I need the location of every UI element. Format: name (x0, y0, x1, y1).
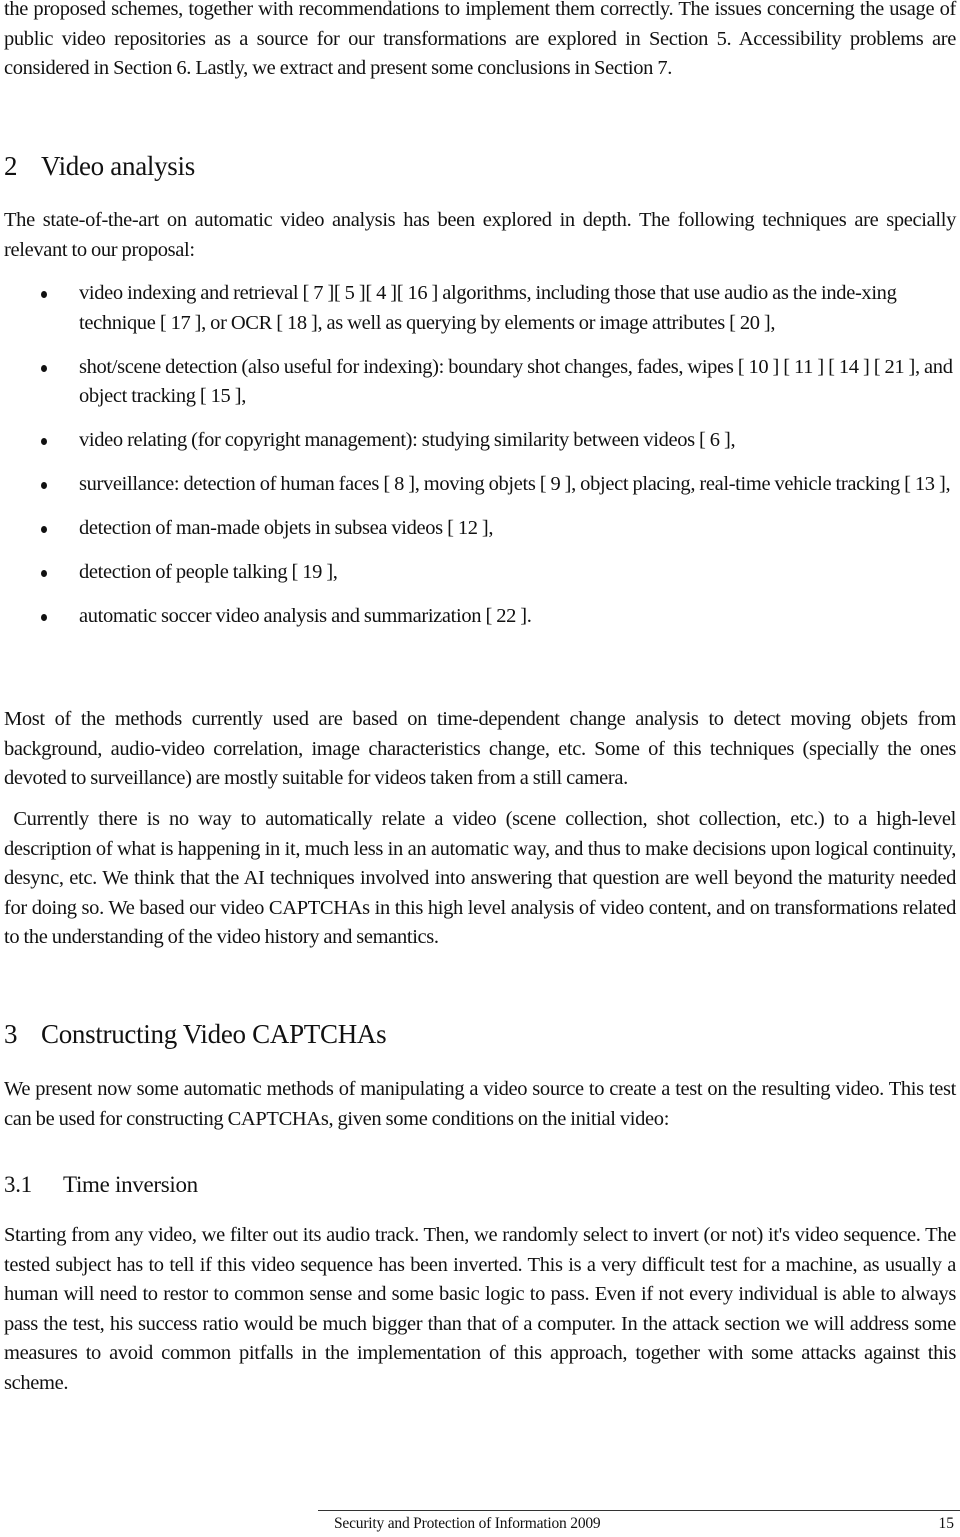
section-2-title: Video analysis (41, 151, 195, 181)
bullet-icon (41, 614, 47, 621)
subsection-3-1-heading: 3.1 Time inversion (4, 1172, 198, 1198)
list-item: shot/scene detection (also useful for in… (4, 353, 960, 412)
section-3-title: Constructing Video CAPTCHAs (41, 1019, 387, 1049)
list-item: video indexing and retrieval [ 7 ][ 5 ][… (4, 279, 960, 338)
section-3-intro: We present now some automatic methods of… (4, 1078, 956, 1130)
bullet-icon (41, 291, 47, 298)
bullet-icon (41, 438, 47, 445)
footer-title: Security and Protection of Information 2… (334, 1515, 601, 1532)
subsection-3-1-title: Time inversion (63, 1172, 198, 1197)
list-item: detection of people talking [ 19 ], (4, 558, 960, 588)
subsection-3-1-paragraph: Starting from any video, we filter out i… (4, 1224, 956, 1394)
section-3-number: 3 (4, 1019, 18, 1049)
page-number: 15 (938, 1515, 955, 1532)
list-item-text: detection of man-made objets in subsea v… (79, 517, 494, 539)
section-2-number: 2 (4, 151, 18, 181)
list-item-text: automatic soccer video analysis and summ… (79, 605, 532, 627)
techniques-list: video indexing and retrieval [ 7 ][ 5 ][… (4, 279, 960, 646)
list-item-text: shot/scene detection (also useful for in… (79, 355, 953, 408)
list-item-text: detection of people talking [ 19 ], (79, 561, 338, 583)
section-2-paragraph-1: Most of the methods currently used are b… (4, 708, 956, 789)
section-2-intro: The state-of-the-art on automatic video … (4, 209, 956, 261)
footer-divider (318, 1510, 960, 1511)
section-3-heading: 3 Constructing Video CAPTCHAs (4, 1019, 387, 1050)
bullet-icon (41, 482, 47, 489)
list-item: video relating (for copyright management… (4, 426, 960, 456)
list-item: surveillance: detection of human faces [… (4, 470, 960, 500)
bullet-icon (41, 526, 47, 533)
section-2-paragraph-2: Currently there is no way to automatical… (4, 808, 960, 948)
bullet-icon (41, 570, 47, 577)
list-item: detection of man-made objets in subsea v… (4, 514, 960, 544)
intro-paragraph: the proposed schemes, together with reco… (4, 0, 956, 79)
subsection-3-1-number: 3.1 (4, 1172, 32, 1197)
list-item-text: video indexing and retrieval [ 7 ][ 5 ][… (79, 282, 897, 334)
list-item: automatic soccer video analysis and summ… (4, 602, 960, 632)
list-item-text: surveillance: detection of human faces [… (79, 473, 951, 495)
list-item-text: video relating (for copyright management… (79, 429, 736, 451)
section-2-heading: 2 Video analysis (4, 151, 195, 182)
bullet-icon (41, 364, 47, 372)
